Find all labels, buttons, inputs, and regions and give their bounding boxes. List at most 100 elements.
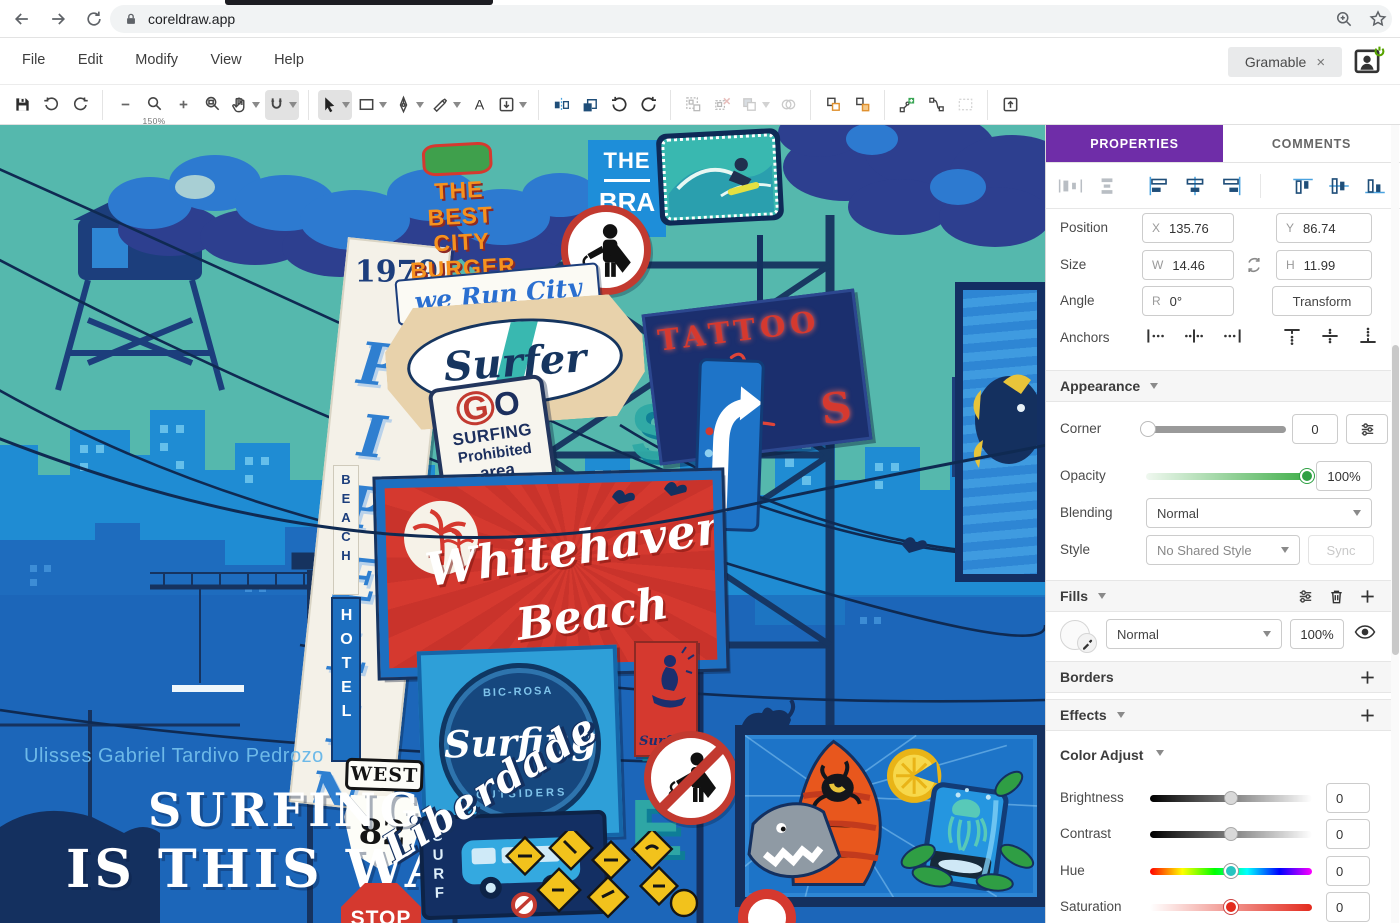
color-adjust-collapse-icon[interactable] xyxy=(1156,750,1164,756)
size-h-field[interactable]: H 11.99 xyxy=(1276,250,1372,280)
user-avatar-icon[interactable] xyxy=(1352,43,1386,77)
add-border-icon[interactable] xyxy=(1358,668,1377,687)
corner-value-field[interactable]: 0 xyxy=(1292,414,1338,444)
add-effect-icon[interactable] xyxy=(1358,706,1377,725)
hue-slider-handle[interactable] xyxy=(1224,864,1238,878)
align-middle-icon[interactable] xyxy=(1324,174,1354,198)
no-surfing-round-sign-2[interactable] xyxy=(644,731,738,825)
rotate-ccw-tool[interactable] xyxy=(606,90,632,120)
anchor-middle-icon[interactable] xyxy=(1318,327,1342,345)
angle-field[interactable]: R 0° xyxy=(1142,286,1234,316)
duplicate-tool[interactable] xyxy=(820,90,846,120)
menu-file[interactable]: File xyxy=(22,52,45,68)
effects-collapse-icon[interactable] xyxy=(1117,712,1125,718)
zoom-tool-tool[interactable]: 150% xyxy=(141,90,167,120)
corner-slider[interactable] xyxy=(1146,426,1286,433)
position-x-field[interactable]: X 135.76 xyxy=(1142,213,1234,243)
surfer-photo-sign[interactable] xyxy=(656,128,785,226)
transform-button[interactable]: Transform xyxy=(1272,286,1372,316)
knife-tool[interactable] xyxy=(429,90,463,120)
fill-options-icon[interactable] xyxy=(1296,587,1315,606)
menu-help[interactable]: Help xyxy=(274,52,304,68)
align-right-icon[interactable] xyxy=(1216,174,1246,198)
document-tab[interactable]: Gramable × xyxy=(1228,47,1342,77)
clone-tool[interactable] xyxy=(849,90,875,120)
tab-comments[interactable]: COMMENTS xyxy=(1223,125,1400,162)
hotel-sign[interactable]: HOTEL xyxy=(331,597,361,762)
dropdown-caret-icon[interactable] xyxy=(519,102,527,108)
flip-tool[interactable] xyxy=(548,90,574,120)
dropdown-caret-icon[interactable] xyxy=(252,102,260,108)
connector-tool[interactable] xyxy=(923,90,949,120)
fill-blend-dropdown[interactable]: Normal xyxy=(1106,619,1282,649)
pan-tool[interactable] xyxy=(228,90,262,120)
anchor-center-icon[interactable] xyxy=(1182,327,1206,345)
text-tool[interactable]: A xyxy=(466,90,492,120)
pen-tool[interactable] xyxy=(392,90,426,120)
zoom-area-tool[interactable] xyxy=(199,90,225,120)
lock-aspect-ratio-icon[interactable] xyxy=(1244,255,1264,275)
contrast-value-field[interactable]: 0 xyxy=(1326,819,1370,849)
redo-tool[interactable] xyxy=(67,90,93,120)
align-left-icon[interactable] xyxy=(1144,174,1174,198)
dropdown-caret-icon[interactable] xyxy=(289,102,297,108)
delete-fill-icon[interactable] xyxy=(1327,587,1346,606)
fish-billboard-sign[interactable] xyxy=(955,282,1045,582)
windsurf-billboard[interactable] xyxy=(735,725,1045,907)
contrast-slider-handle[interactable] xyxy=(1224,827,1238,841)
tab-properties[interactable]: PROPERTIES xyxy=(1046,125,1223,162)
import-tool[interactable] xyxy=(495,90,529,120)
saturation-slider-handle[interactable] xyxy=(1224,900,1238,914)
menu-modify[interactable]: Modify xyxy=(135,52,178,68)
zoom-in-tool[interactable] xyxy=(170,90,196,120)
address-bar[interactable]: coreldraw.app xyxy=(110,5,1392,33)
menu-edit[interactable]: Edit xyxy=(78,52,103,68)
snap-magnet-tool[interactable] xyxy=(265,90,299,120)
opacity-value-field[interactable]: 100% xyxy=(1316,461,1372,491)
eyedropper-icon[interactable] xyxy=(1077,633,1097,653)
align-bottom-icon[interactable] xyxy=(1360,174,1390,198)
corner-options-button[interactable] xyxy=(1346,414,1388,444)
order-tool[interactable] xyxy=(577,90,603,120)
anchor-bottom-icon[interactable] xyxy=(1356,327,1380,345)
distribute-horizontal-icon[interactable] xyxy=(1056,174,1086,198)
fill-opacity-field[interactable]: 100% xyxy=(1290,619,1344,649)
align-center-horizontal-icon[interactable] xyxy=(1180,174,1210,198)
anchor-right-icon[interactable] xyxy=(1220,327,1244,345)
dropdown-caret-icon[interactable] xyxy=(342,102,350,108)
anchor-left-icon[interactable] xyxy=(1144,327,1168,345)
page-zoom-icon[interactable] xyxy=(1334,9,1354,29)
menu-view[interactable]: View xyxy=(210,52,241,68)
back-icon[interactable] xyxy=(10,7,34,31)
corner-slider-handle[interactable] xyxy=(1140,421,1156,437)
drawing-canvas[interactable]: 1979 PIPELINE BEACH HOTEL THE BEST CITY … xyxy=(0,125,1045,923)
save-tool[interactable] xyxy=(9,90,35,120)
position-y-field[interactable]: Y 86.74 xyxy=(1276,213,1372,243)
fills-collapse-icon[interactable] xyxy=(1098,593,1106,599)
bookmark-star-icon[interactable] xyxy=(1368,9,1388,29)
size-w-field[interactable]: W 14.46 xyxy=(1142,250,1234,280)
panel-scrollbar-thumb[interactable] xyxy=(1392,345,1399,655)
fill-color-swatch[interactable] xyxy=(1060,620,1090,650)
distribute-vertical-icon[interactable] xyxy=(1092,174,1122,198)
burger-neon-sign[interactable]: THE BEST CITY BURGER xyxy=(401,140,518,284)
beach-banner-sign[interactable]: BEACH xyxy=(333,465,359,595)
url-text[interactable]: coreldraw.app xyxy=(148,11,235,27)
dropdown-caret-icon[interactable] xyxy=(453,102,461,108)
dropdown-caret-icon[interactable] xyxy=(762,102,770,108)
appearance-collapse-icon[interactable] xyxy=(1150,383,1158,389)
hue-value-field[interactable]: 0 xyxy=(1326,856,1370,886)
dropdown-caret-icon[interactable] xyxy=(416,102,424,108)
rectangle-tool[interactable] xyxy=(355,90,389,120)
opacity-slider-handle[interactable] xyxy=(1300,469,1314,483)
brightness-slider-handle[interactable] xyxy=(1224,791,1238,805)
warning-signs-cluster[interactable] xyxy=(498,831,708,923)
add-fill-icon[interactable] xyxy=(1358,587,1377,606)
dropdown-caret-icon[interactable] xyxy=(379,102,387,108)
brightness-value-field[interactable]: 0 xyxy=(1326,783,1370,813)
close-icon[interactable]: × xyxy=(1316,54,1325,71)
fill-visibility-icon[interactable] xyxy=(1354,625,1376,639)
forward-icon[interactable] xyxy=(46,7,70,31)
blending-dropdown[interactable]: Normal xyxy=(1146,498,1372,528)
align-top-icon[interactable] xyxy=(1288,174,1318,198)
